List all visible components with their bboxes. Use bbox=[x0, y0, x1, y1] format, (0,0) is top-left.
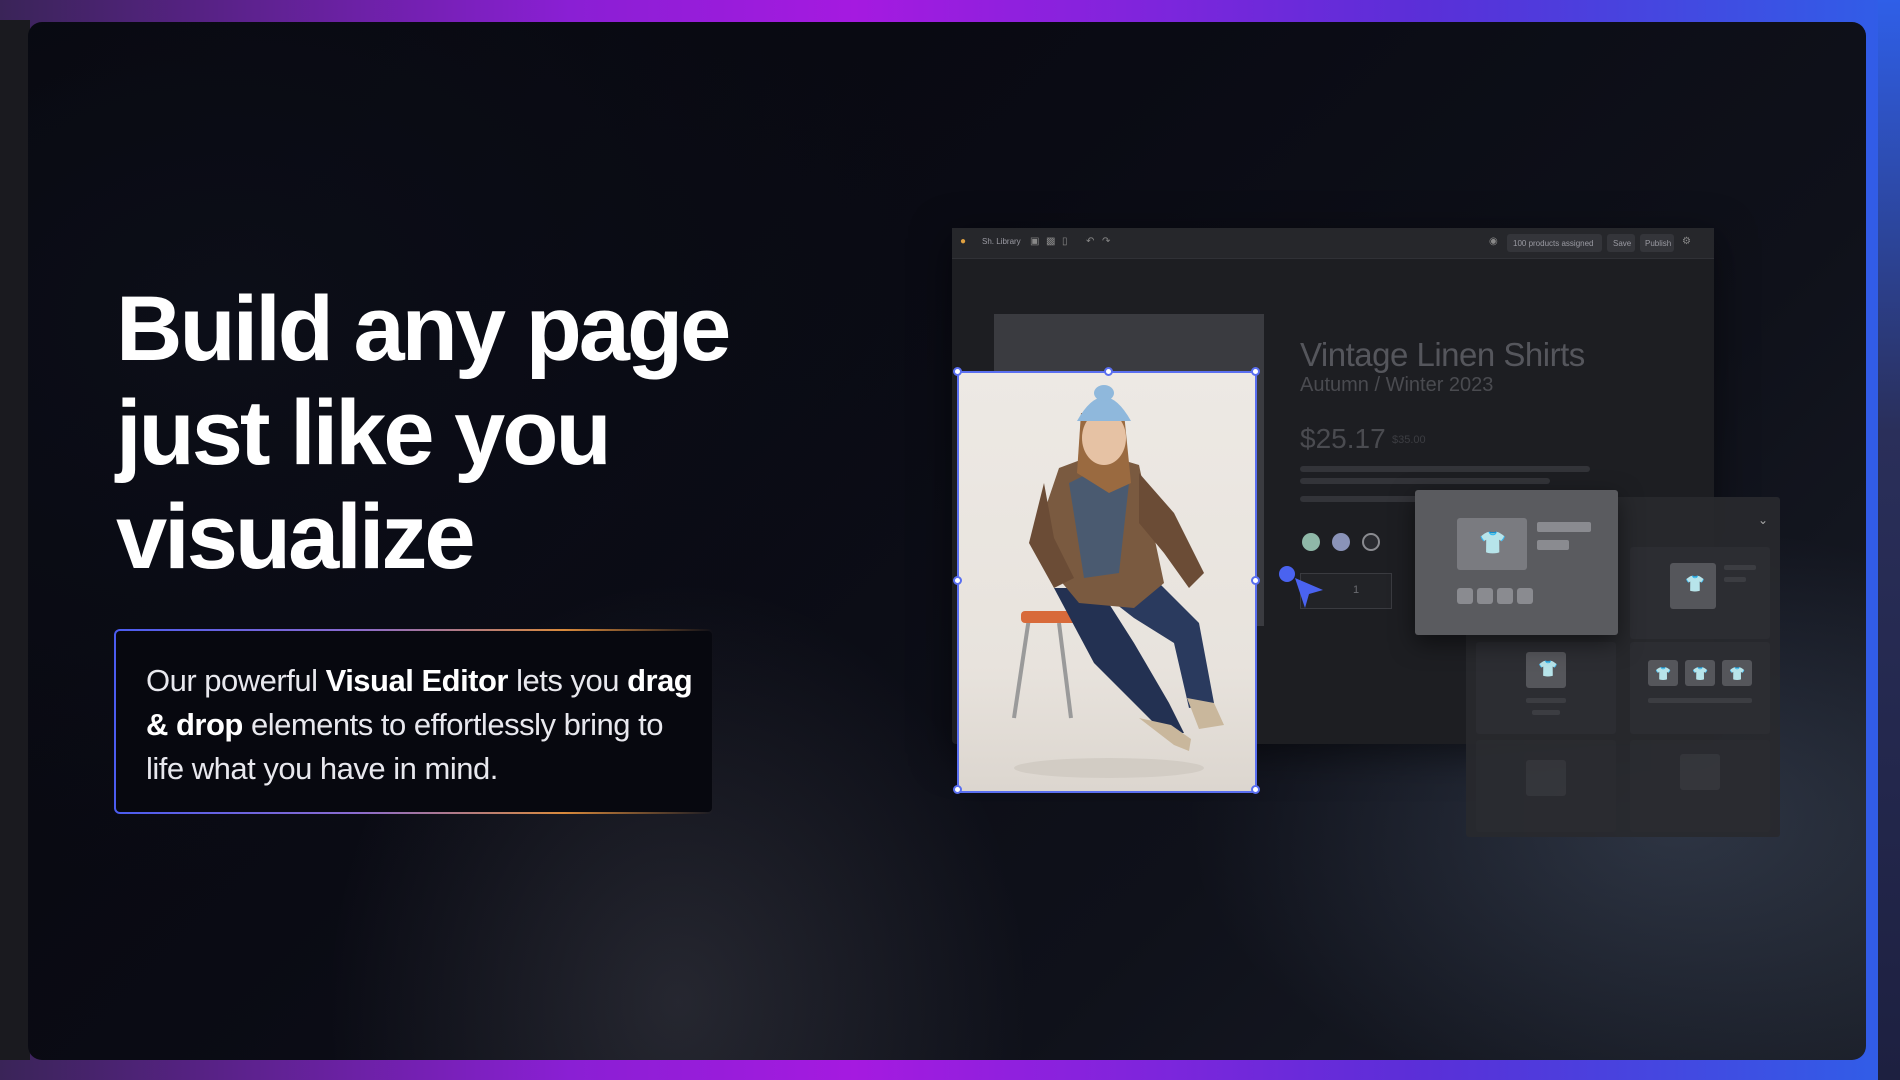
widget-line bbox=[1526, 698, 1566, 703]
color-swatch-green[interactable] bbox=[1302, 533, 1320, 551]
undo-icon[interactable]: ↶ bbox=[1086, 237, 1096, 247]
resize-handle-bottom-right[interactable] bbox=[1251, 785, 1260, 794]
widget-line bbox=[1537, 522, 1591, 532]
widget-line bbox=[1724, 577, 1746, 582]
resize-handle-top[interactable] bbox=[1104, 367, 1113, 376]
resize-handle-top-left[interactable] bbox=[953, 367, 962, 376]
widget-line bbox=[1724, 565, 1756, 570]
editor-toolbar: ● Sh. Library ▣ ▩ ▯ ↶ ↷ ◉ 100 products a… bbox=[952, 228, 1714, 259]
widget-card[interactable]: 👕 👕 👕 bbox=[1630, 642, 1770, 734]
text-placeholder-bar bbox=[1300, 466, 1590, 472]
widget-thumb bbox=[1526, 760, 1566, 796]
save-button[interactable]: Save bbox=[1607, 234, 1635, 252]
save-label: Save bbox=[1613, 239, 1632, 248]
tshirt-icon: 👕 bbox=[1655, 666, 1672, 681]
desktop-icon[interactable]: ▣ bbox=[1030, 237, 1040, 247]
products-assigned-dropdown[interactable]: 100 products assigned bbox=[1507, 234, 1602, 252]
description-text: Our powerful Visual Editor lets you drag… bbox=[146, 659, 696, 791]
chevron-down-icon[interactable]: ⌄ bbox=[1758, 513, 1768, 527]
resize-handle-left[interactable] bbox=[953, 576, 962, 585]
preview-eye-icon[interactable]: ◉ bbox=[1489, 237, 1499, 247]
widget-dot bbox=[1457, 588, 1473, 604]
color-swatch-black[interactable] bbox=[1362, 533, 1380, 551]
widget-dot bbox=[1517, 588, 1533, 604]
tshirt-icon: 👕 bbox=[1685, 576, 1705, 593]
widget-line bbox=[1537, 540, 1569, 550]
widget-line bbox=[1648, 698, 1752, 703]
background-page-strip bbox=[0, 20, 30, 1060]
resize-handle-top-right[interactable] bbox=[1251, 367, 1260, 376]
description-box: Our powerful Visual Editor lets you drag… bbox=[114, 629, 714, 814]
publish-label: Publish bbox=[1645, 239, 1672, 248]
desc-part-1: Our powerful bbox=[146, 663, 326, 698]
library-label[interactable]: Sh. Library bbox=[982, 237, 1021, 246]
products-assigned-label: 100 products assigned bbox=[1513, 239, 1594, 248]
widget-card[interactable]: 👕 bbox=[1630, 547, 1770, 639]
tablet-icon[interactable]: ▩ bbox=[1046, 237, 1056, 247]
headline-line-1: Build any page bbox=[116, 278, 731, 380]
settings-icon[interactable]: ⚙ bbox=[1682, 237, 1692, 247]
color-swatch-blue[interactable] bbox=[1332, 533, 1350, 551]
widget-dot bbox=[1477, 588, 1493, 604]
widget-dot bbox=[1497, 588, 1513, 604]
hero-headline: Build any page just like you visualize bbox=[116, 277, 816, 589]
tshirt-icon: 👕 bbox=[1729, 666, 1746, 681]
desc-bold-visual-editor: Visual Editor bbox=[325, 663, 509, 698]
widget-card[interactable]: 👕 bbox=[1476, 642, 1616, 734]
desc-part-2: lets you bbox=[508, 663, 628, 698]
widget-thumb bbox=[1680, 754, 1720, 790]
product-title: Vintage Linen Shirts bbox=[1300, 336, 1585, 373]
drag-cursor-icon bbox=[1279, 566, 1323, 608]
resize-handle-right[interactable] bbox=[1251, 576, 1260, 585]
model-figure bbox=[1012, 385, 1224, 778]
qty-value: 1 bbox=[1353, 584, 1360, 596]
product-subtitle: Autumn / Winter 2023 bbox=[1300, 374, 1494, 396]
selected-product-photo[interactable] bbox=[953, 367, 1260, 794]
headline-line-2: just like you bbox=[116, 382, 612, 484]
dragged-widget-card[interactable]: 👕 bbox=[1415, 490, 1618, 635]
widget-card[interactable] bbox=[1476, 740, 1616, 832]
logo-icon: ● bbox=[960, 236, 967, 247]
publish-button[interactable]: Publish bbox=[1640, 234, 1674, 252]
tshirt-icon: 👕 bbox=[1479, 530, 1507, 555]
mobile-icon[interactable]: ▯ bbox=[1062, 237, 1072, 247]
tshirt-icon: 👕 bbox=[1692, 666, 1709, 681]
redo-icon[interactable]: ↷ bbox=[1102, 237, 1112, 247]
text-placeholder-bar bbox=[1300, 478, 1550, 484]
resize-handle-bottom-left[interactable] bbox=[953, 785, 962, 794]
widget-line bbox=[1532, 710, 1560, 715]
widget-card[interactable] bbox=[1630, 740, 1770, 832]
headline-line-3: visualize bbox=[116, 486, 476, 588]
product-price: $25.17 bbox=[1300, 423, 1386, 454]
product-old-price: $35.00 bbox=[1392, 434, 1426, 446]
frame-edge-right bbox=[1878, 0, 1900, 1080]
tshirt-icon: 👕 bbox=[1538, 661, 1558, 678]
